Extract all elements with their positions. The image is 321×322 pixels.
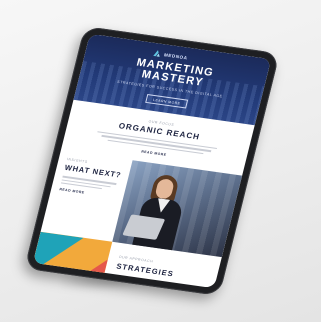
product-mockup: MEDNOA MARKETING MASTERY STRATEGIES FOR …: [0, 0, 321, 322]
brand-name: MEDNOA: [163, 51, 189, 60]
businesswoman-photo: [112, 160, 243, 258]
stage: MEDNOA MARKETING MASTERY STRATEGIES FOR …: [0, 0, 321, 322]
tablet-screen: MEDNOA MARKETING MASTERY STRATEGIES FOR …: [32, 33, 272, 289]
logo-mark-icon: [153, 50, 160, 57]
geometric-pattern-image: [32, 231, 113, 289]
tablet-device: MEDNOA MARKETING MASTERY STRATEGIES FOR …: [24, 25, 280, 297]
